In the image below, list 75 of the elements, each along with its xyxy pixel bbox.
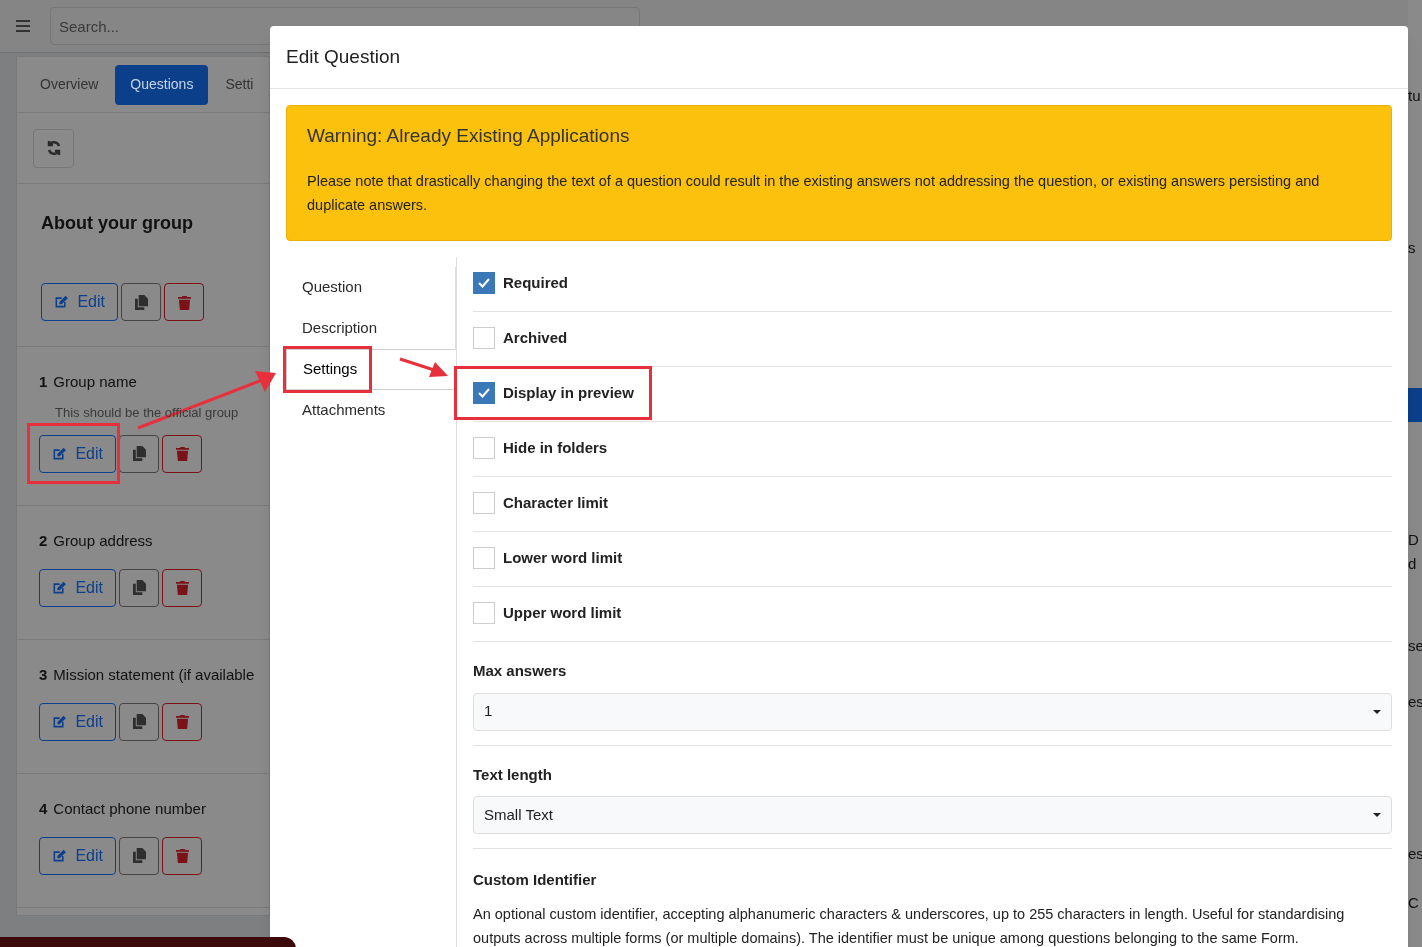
section-title: About your group bbox=[41, 212, 194, 235]
cut-text: d bbox=[1408, 554, 1417, 574]
dialog-title: Edit Question bbox=[286, 44, 401, 69]
action-bar bbox=[1408, 388, 1422, 422]
delete-button[interactable] bbox=[164, 283, 204, 321]
page-tab[interactable]: Setti bbox=[210, 64, 269, 105]
checkbox[interactable] bbox=[473, 602, 495, 624]
question-number: 2 bbox=[39, 531, 48, 551]
option-label: Required bbox=[503, 272, 568, 293]
edit-icon bbox=[52, 847, 68, 864]
checkbox[interactable] bbox=[473, 327, 495, 349]
warning-text: Please note that drastically changing the text of a question could result in the existing answers not addressing the question, or existing answers persisting and duplicate answers. bbox=[307, 171, 1321, 215]
menu-icon[interactable] bbox=[16, 20, 30, 32]
nav-tab[interactable]: Question bbox=[286, 267, 456, 308]
delete-button[interactable] bbox=[162, 836, 202, 875]
check-icon bbox=[478, 388, 490, 398]
field-label: Custom Identifier bbox=[473, 870, 598, 890]
cut-text: D bbox=[1408, 530, 1419, 550]
page-tab[interactable]: Overview bbox=[25, 64, 114, 105]
edit-icon bbox=[54, 294, 70, 310]
question-title: Mission statement (if available bbox=[53, 665, 255, 685]
question-title: Group name bbox=[53, 372, 137, 392]
checkbox[interactable] bbox=[473, 492, 495, 514]
checkbox[interactable] bbox=[473, 382, 495, 404]
question-title: Group address bbox=[53, 531, 153, 551]
nav-tab[interactable]: Settings bbox=[286, 349, 456, 390]
nav-tab[interactable]: Attachments bbox=[286, 390, 456, 431]
trash-icon bbox=[175, 446, 189, 461]
cut-text: s bbox=[1408, 238, 1416, 258]
copy-button[interactable] bbox=[119, 568, 159, 607]
copy-icon bbox=[132, 848, 146, 863]
field-description: An optional custom identifier, accepting alphanumeric characters & underscores, up to 255 characters in length. Useful for standardising outputs across multiple forms (or multiple domains). The identifier must be unique among questions belonging to the same Form. bbox=[473, 904, 1346, 947]
question-number: 4 bbox=[39, 799, 48, 819]
edit-icon bbox=[52, 713, 68, 730]
page-tab[interactable]: Questions bbox=[115, 64, 209, 105]
copy-button[interactable] bbox=[119, 836, 159, 875]
question-title: Contact phone number bbox=[53, 799, 206, 819]
option-label: Lower word limit bbox=[503, 547, 623, 568]
trash-icon bbox=[177, 294, 191, 310]
option-label: Display in preview bbox=[503, 382, 634, 403]
option-label: Hide in folders bbox=[503, 437, 608, 458]
warning-title: Warning: Already Existing Applications bbox=[307, 124, 631, 148]
refresh-button[interactable] bbox=[33, 128, 74, 168]
checkbox[interactable] bbox=[473, 547, 495, 569]
field-label: Text length bbox=[473, 764, 553, 785]
check-icon bbox=[478, 278, 490, 288]
option-label: Archived bbox=[503, 327, 568, 348]
caret-icon bbox=[1373, 709, 1381, 714]
question-number: 3 bbox=[39, 665, 48, 685]
edit-icon bbox=[52, 445, 68, 462]
copy-icon bbox=[134, 294, 148, 310]
option-label: Character limit bbox=[503, 492, 609, 513]
copy-button[interactable] bbox=[121, 283, 161, 321]
question-number: 1 bbox=[39, 372, 48, 392]
copy-icon bbox=[132, 714, 146, 729]
delete-button[interactable] bbox=[162, 434, 202, 473]
cut-text: tu bbox=[1408, 86, 1421, 106]
trash-icon bbox=[175, 848, 189, 863]
refresh-icon bbox=[45, 140, 62, 156]
option-label: Upper word limit bbox=[503, 602, 622, 623]
select-field[interactable]: Small Text bbox=[473, 796, 1392, 834]
copy-icon bbox=[132, 580, 146, 595]
checkbox[interactable] bbox=[473, 272, 495, 294]
caret-icon bbox=[1373, 813, 1381, 817]
copy-button[interactable] bbox=[119, 702, 159, 741]
trash-icon bbox=[175, 580, 189, 595]
edit-icon bbox=[52, 579, 68, 596]
checkbox[interactable] bbox=[473, 437, 495, 459]
field-label: Max answers bbox=[473, 661, 568, 681]
copy-icon bbox=[132, 446, 146, 461]
select-field[interactable]: 1 bbox=[473, 692, 1392, 731]
cut-text: C bbox=[1408, 893, 1419, 913]
delete-button[interactable] bbox=[162, 568, 202, 607]
trash-icon bbox=[175, 714, 189, 729]
delete-button[interactable] bbox=[162, 702, 202, 741]
